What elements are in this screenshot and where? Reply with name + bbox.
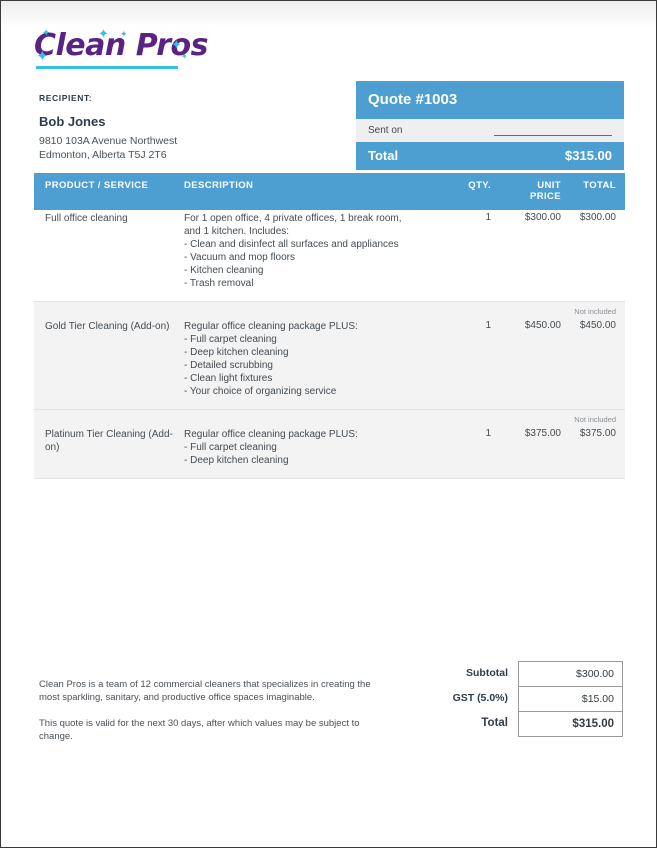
table-row: Not included Platinum Tier Cleaning (Add-…	[34, 410, 625, 479]
table-row-cells: Full office cleaning For 1 open office, 4…	[34, 210, 625, 301]
cell-product-service: Gold Tier Cleaning (Add-on)	[45, 321, 170, 332]
description-line: and 1 kitchen. Includes:	[184, 226, 290, 237]
quote-total-label: Total	[368, 148, 399, 163]
description-line: - Clean light fixtures	[184, 373, 273, 384]
tax-row: GST (5.0%) $15.00	[433, 686, 623, 712]
description-line: - Clean and disinfect all surfaces and a…	[184, 239, 399, 250]
description-line: - Full carpet cleaning	[184, 334, 277, 345]
quote-total-value: $315.00	[565, 148, 612, 163]
header-unit-price-line-2: PRICE	[529, 191, 561, 202]
description-line: - Full carpet cleaning	[184, 442, 277, 453]
grand-total-row: Total $315.00	[433, 711, 623, 737]
cell-total: $300.00	[579, 212, 616, 223]
grand-total-value: $315.00	[518, 711, 623, 737]
description-line: Regular office cleaning package PLUS:	[184, 321, 358, 332]
description-line: - Deep kitchen cleaning	[184, 455, 289, 466]
cell-qty: 1	[485, 428, 491, 439]
table-row-cells: Platinum Tier Cleaning (Add-on) Regular o…	[34, 426, 625, 478]
page-top-shading	[1, 1, 656, 27]
document-content: Clean Pros ✦ ✦ ✦ ✦ ✦ ✦	[1, 28, 656, 75]
footer-note-company: Clean Pros is a team of 12 commercial cl…	[39, 679, 371, 703]
description-line: - Detailed scrubbing	[184, 360, 273, 371]
quote-document-page: Clean Pros ✦ ✦ ✦ ✦ ✦ ✦ RECIPIENT: Bob Jo…	[0, 0, 657, 848]
description-line: - Trash removal	[184, 278, 254, 289]
cell-unit-price: $300.00	[524, 212, 561, 223]
cell-product-service: Platinum Tier Cleaning (Add-on)	[45, 429, 173, 453]
description-line: - Vacuum and mop floors	[184, 252, 295, 263]
recipient-label: RECIPIENT:	[39, 93, 93, 103]
description-line: - Kitchen cleaning	[184, 265, 264, 276]
quote-number-title: Quote #1003	[356, 81, 624, 119]
recipient-address-line-1: 9810 103A Avenue Northwest	[39, 135, 178, 147]
subtotal-label: Subtotal	[466, 667, 508, 679]
table-row: Not included Gold Tier Cleaning (Add-on) R…	[34, 302, 625, 410]
table-row-cells: Gold Tier Cleaning (Add-on) Regular offic…	[34, 318, 625, 409]
cell-description: For 1 open office, 4 private offices, 1 …	[184, 212, 429, 290]
totals-block: Subtotal $300.00 GST (5.0%) $15.00 Total…	[433, 661, 623, 737]
header-total: TOTAL	[583, 180, 616, 191]
quote-total-bar: Total $315.00	[356, 142, 624, 170]
footer-note-validity: This quote is valid for the next 30 days…	[39, 718, 360, 742]
cell-total: $375.00	[579, 428, 616, 439]
description-line: - Deep kitchen cleaning	[184, 347, 289, 358]
logo-wordmark: Clean Pros	[34, 28, 209, 63]
description-line: - Your choice of organizing service	[184, 386, 337, 397]
quote-summary-box: Quote #1003 Sent on Total $315.00	[356, 81, 624, 170]
header-unit-price-line-1: UNIT	[537, 180, 561, 191]
tax-label: GST (5.0%)	[452, 692, 508, 704]
table-row: Full office cleaning For 1 open office, 4…	[34, 210, 625, 302]
header-unit-price: UNIT PRICE	[491, 180, 561, 202]
recipient-name: Bob Jones	[39, 114, 106, 129]
sent-on-value-field[interactable]	[494, 124, 612, 136]
subtotal-value: $300.00	[518, 661, 623, 687]
cell-product-service: Full office cleaning	[45, 213, 128, 224]
cell-description: Regular office cleaning package PLUS: - F…	[184, 320, 429, 398]
grand-total-label: Total	[481, 717, 508, 729]
recipient-block: RECIPIENT: Bob Jones 9810 103A Avenue No…	[39, 93, 319, 162]
sent-on-label: Sent on	[368, 124, 403, 136]
description-line: For 1 open office, 4 private offices, 1 …	[184, 213, 402, 224]
company-logo: Clean Pros ✦ ✦ ✦ ✦ ✦ ✦	[34, 28, 209, 75]
header-product-service: PRODUCT / SERVICE	[45, 180, 149, 191]
footer-notes: Clean Pros is a team of 12 commercial cl…	[39, 678, 374, 756]
description-line: Regular office cleaning package PLUS:	[184, 429, 358, 440]
tax-value: $15.00	[518, 686, 623, 712]
cell-total: $450.00	[579, 320, 616, 331]
cell-qty: 1	[485, 212, 491, 223]
table-body: Full office cleaning For 1 open office, 4…	[34, 210, 625, 479]
cell-description: Regular office cleaning package PLUS: - F…	[184, 428, 429, 467]
header-description: DESCRIPTION	[184, 180, 254, 191]
recipient-address-line-2: Edmonton, Alberta T5J 2T6	[39, 149, 167, 161]
row-status-badge: Not included	[34, 302, 625, 318]
cell-qty: 1	[485, 320, 491, 331]
cell-unit-price: $375.00	[524, 428, 561, 439]
table-header-row: PRODUCT / SERVICE DESCRIPTION QTY. UNIT …	[34, 173, 625, 210]
row-status-badge: Not included	[34, 410, 625, 426]
header-qty: QTY.	[468, 180, 491, 191]
logo-underline	[36, 66, 178, 69]
subtotal-row: Subtotal $300.00	[433, 661, 623, 687]
quote-sent-on-row: Sent on	[356, 119, 624, 142]
line-items-table: PRODUCT / SERVICE DESCRIPTION QTY. UNIT …	[34, 173, 625, 479]
cell-unit-price: $450.00	[524, 320, 561, 331]
